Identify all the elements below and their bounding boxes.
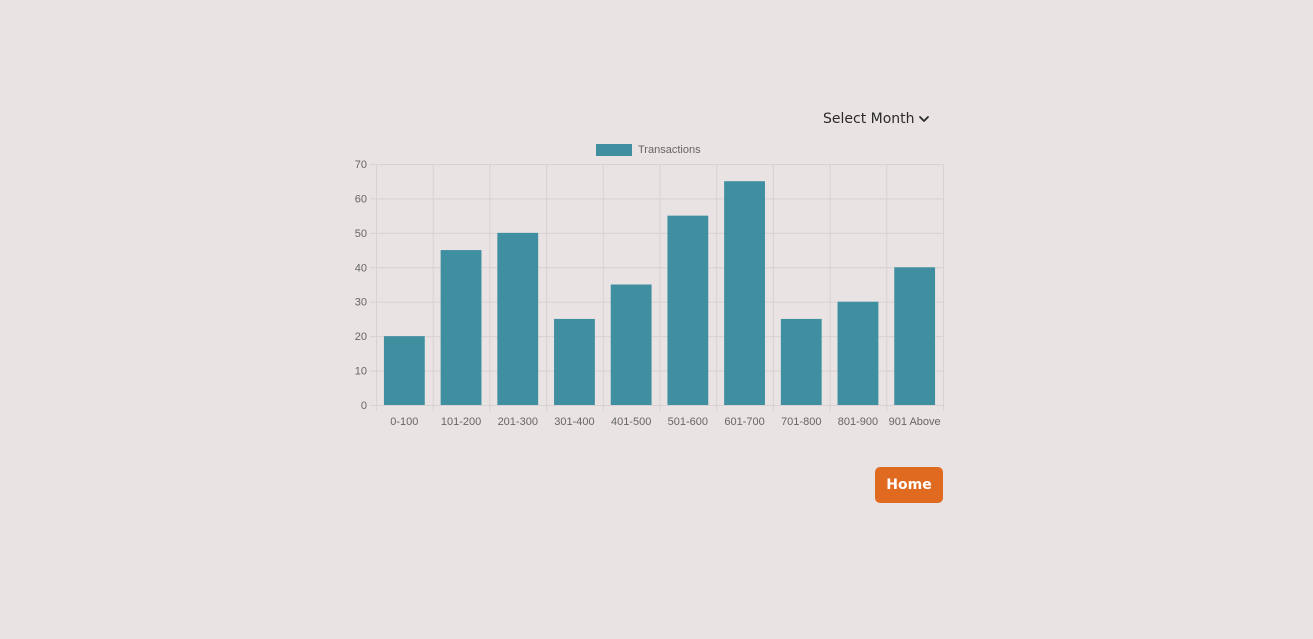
y-tick-label: 50 [355,228,367,240]
legend-label: Transactions [638,144,701,156]
x-tick-label: 901 Above [889,416,941,428]
y-tick-label: 10 [355,366,367,378]
x-tick-label: 201-300 [498,416,538,428]
bar-301-400 [554,318,595,405]
bar-201-300 [497,232,539,405]
x-tick-label: 701-800 [781,416,821,428]
x-tick-label: 301-400 [554,416,594,428]
x-tick-label: 0-100 [390,416,418,428]
y-tick-label: 0 [361,400,367,412]
y-tick-label: 30 [355,297,367,309]
x-tick-label: 401-500 [611,416,651,428]
bar-501-600 [667,215,709,405]
legend: Transactions [596,144,701,156]
y-tick-label: 40 [355,262,367,274]
legend-swatch [596,144,632,156]
bar-0-100 [383,336,425,405]
bar-901 Above [894,267,936,405]
transactions-bar-chart: 0 10 20 30 40 50 60 70 0-100 101-200 201-300 301-40… [355,144,944,428]
y-tick-label: 70 [355,159,367,171]
bar-401-500 [610,284,652,405]
legend-item: Transactions [596,144,701,156]
bar-701-800 [780,318,822,405]
y-tick-label: 20 [355,331,367,343]
home-button[interactable]: Home [875,467,943,503]
bar-101-200 [440,250,482,405]
x-tick-label: 801-900 [838,416,878,428]
x-tick-label: 601-700 [724,416,764,428]
bar-601-700 [724,181,765,405]
bar-801-900 [837,301,879,405]
y-tick-label: 60 [355,193,367,205]
x-tick-label: 101-200 [441,416,481,428]
x-tick-label: 501-600 [668,416,708,428]
